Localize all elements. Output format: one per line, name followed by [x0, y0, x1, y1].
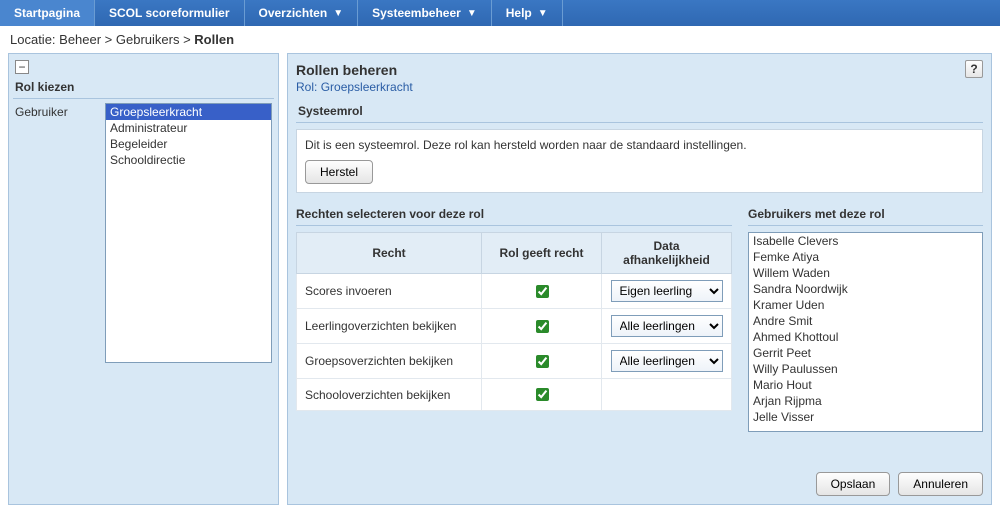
col-grants: Rol geeft recht	[482, 233, 602, 274]
page-title: Rollen beheren	[296, 62, 983, 80]
table-row: Leerlingoverzichten bekijken Eigen leerli…	[297, 309, 732, 344]
subtitle-role: Groepsleerkracht	[321, 80, 413, 94]
rights-table: Recht Rol geeft recht Data afhankelijkhe…	[296, 232, 732, 411]
section-systeemrol-heading: Systeemrol	[296, 100, 983, 123]
col-right: Recht	[297, 233, 482, 274]
chevron-down-icon: ▼	[538, 8, 548, 19]
sidebar-heading: Rol kiezen	[13, 76, 274, 99]
user-item[interactable]: Willem Waden	[751, 265, 980, 281]
nav-item[interactable]: Overzichten▼	[245, 0, 359, 26]
user-item[interactable]: Ahmed Khottoul	[751, 329, 980, 345]
right-checkbox[interactable]	[536, 355, 549, 368]
table-row: Scores invoeren Eigen leerlingAlle leerli…	[297, 274, 732, 309]
right-checkbox[interactable]	[536, 320, 549, 333]
reset-button[interactable]: Herstel	[305, 160, 373, 184]
role-option[interactable]: Schooldirectie	[106, 152, 271, 168]
sidebar: − Rol kiezen Gebruiker GroepsleerkrachtA…	[8, 53, 279, 505]
right-label: Leerlingoverzichten bekijken	[297, 309, 482, 344]
page-subtitle: Rol: Groepsleerkracht	[296, 80, 983, 94]
right-label: Scores invoeren	[297, 274, 482, 309]
breadcrumb: Locatie: Beheer > Gebruikers > Rollen	[0, 26, 1000, 53]
save-button[interactable]: Opslaan	[816, 472, 891, 496]
breadcrumb-current: Rollen	[194, 32, 234, 47]
role-option[interactable]: Administrateur	[106, 120, 271, 136]
nav-item[interactable]: SCOL scoreformulier	[95, 0, 244, 26]
users-listbox[interactable]: Isabelle CleversFemke AtiyaWillem WadenS…	[748, 232, 983, 432]
table-row: Schooloverzichten bekijken	[297, 379, 732, 411]
nav-item[interactable]: Startpagina	[0, 0, 95, 26]
collapse-toggle[interactable]: −	[15, 60, 29, 74]
user-item[interactable]: Jelle Visser	[751, 409, 980, 425]
users-heading: Gebruikers met deze rol	[748, 207, 983, 226]
user-item[interactable]: Willy Paulussen	[751, 361, 980, 377]
sidebar-field-label: Gebruiker	[15, 103, 105, 363]
right-label: Groepsoverzichten bekijken	[297, 344, 482, 379]
dependency-select[interactable]: Eigen leerlingAlle leerlingen	[611, 315, 723, 337]
role-option[interactable]: Groepsleerkracht	[106, 104, 271, 120]
user-item[interactable]: Gerrit Peet	[751, 345, 980, 361]
user-item[interactable]: Mario Hout	[751, 377, 980, 393]
cancel-button[interactable]: Annuleren	[898, 472, 983, 496]
col-dep: Data afhankelijkheid	[602, 233, 732, 274]
user-item[interactable]: Sandra Noordwijk	[751, 281, 980, 297]
help-button[interactable]: ?	[965, 60, 983, 78]
user-item[interactable]: Arjan Rijpma	[751, 393, 980, 409]
rights-heading: Rechten selecteren voor deze rol	[296, 207, 732, 226]
dependency-select[interactable]: Eigen leerlingAlle leerlingen	[611, 280, 723, 302]
systeemrol-note: Dit is een systeemrol. Deze rol kan hers…	[305, 138, 974, 152]
dependency-select[interactable]: Eigen leerlingAlle leerlingen	[611, 350, 723, 372]
role-option[interactable]: Begeleider	[106, 136, 271, 152]
right-label: Schooloverzichten bekijken	[297, 379, 482, 411]
chevron-down-icon: ▼	[467, 8, 477, 19]
user-item[interactable]: Kramer Uden	[751, 297, 980, 313]
nav-item[interactable]: Help▼	[492, 0, 563, 26]
user-item[interactable]: Femke Atiya	[751, 249, 980, 265]
user-item[interactable]: Isabelle Clevers	[751, 233, 980, 249]
table-row: Groepsoverzichten bekijken Eigen leerling…	[297, 344, 732, 379]
right-checkbox[interactable]	[536, 388, 549, 401]
main-panel: ? Rollen beheren Rol: Groepsleerkracht S…	[287, 53, 992, 505]
nav-item[interactable]: Systeembeheer▼	[358, 0, 492, 26]
right-checkbox[interactable]	[536, 285, 549, 298]
top-nav: StartpaginaSCOL scoreformulierOverzichte…	[0, 0, 1000, 26]
chevron-down-icon: ▼	[333, 8, 343, 19]
subtitle-prefix: Rol:	[296, 80, 321, 94]
systeemrol-block: Dit is een systeemrol. Deze rol kan hers…	[296, 129, 983, 193]
role-listbox[interactable]: GroepsleerkrachtAdministrateurBegeleider…	[105, 103, 272, 363]
user-item[interactable]: Andre Smit	[751, 313, 980, 329]
